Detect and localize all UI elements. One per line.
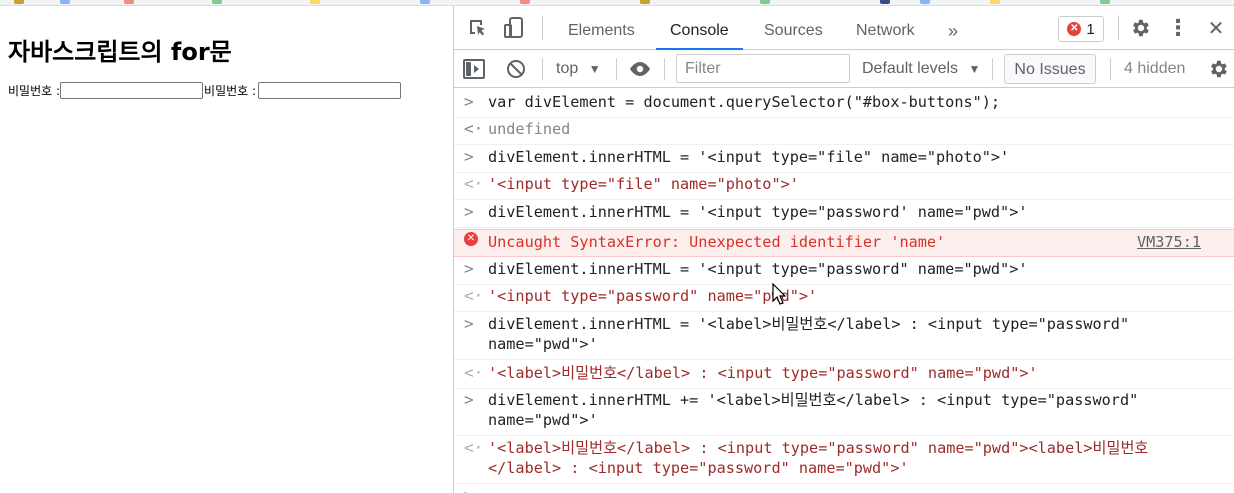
inspect-element-icon[interactable] xyxy=(466,16,490,40)
context-selector[interactable]: top ▼ xyxy=(556,60,601,78)
more-tabs-icon[interactable]: » xyxy=(948,6,958,50)
context-label: top xyxy=(556,60,579,77)
tabbar-separator-2 xyxy=(1118,16,1119,40)
console-output: > var divElement = document.querySelecto… xyxy=(454,88,1234,493)
input-prompt-icon: > xyxy=(464,259,474,278)
input-prompt-icon: > xyxy=(464,202,474,221)
device-toolbar-icon[interactable] xyxy=(502,16,526,40)
password-input-1[interactable] xyxy=(60,82,204,99)
toolbar-separator-4 xyxy=(992,58,993,80)
console-line: <· '<input type="file" name="photo">' xyxy=(454,174,1234,200)
error-count-badge[interactable]: ✕ 1 xyxy=(1058,16,1104,42)
tab-network[interactable]: Network xyxy=(856,6,915,50)
toolbar-separator-3 xyxy=(664,58,665,80)
toolbar-separator-5 xyxy=(1110,58,1111,80)
console-line: > var divElement = document.querySelecto… xyxy=(454,92,1234,118)
settings-gear-icon[interactable] xyxy=(1128,16,1152,40)
console-line-text: '<label>비밀번호</label> : <input type="pass… xyxy=(488,364,1038,382)
input-prompt-icon: > xyxy=(464,314,474,333)
sidebar-toggle-icon[interactable] xyxy=(462,57,486,81)
console-line-text: undefined xyxy=(488,120,571,138)
console-line-text: divElement.innerHTML = '<input type="fil… xyxy=(488,148,1010,166)
console-line: > divElement.innerHTML += '<label>비밀번호</… xyxy=(454,390,1234,436)
page-heading: 자바스크립트의 for문 xyxy=(8,38,232,66)
console-line-text: '<input type="file" name="photo">' xyxy=(488,175,799,193)
clear-console-icon[interactable] xyxy=(504,57,528,81)
console-line: <· '<label>비밀번호</label> : <input type="p… xyxy=(454,438,1234,484)
console-toolbar: top ▼ Filter Default levels ▼ No Issues … xyxy=(454,50,1234,88)
console-line-text: '<label>비밀번호</label> : <input type="pass… xyxy=(488,439,1149,477)
password-label-1: 비밀번호 : xyxy=(8,84,61,98)
error-count: 1 xyxy=(1086,20,1095,38)
console-line-text: var divElement = document.querySelector(… xyxy=(488,93,1001,111)
console-line-text: divElement.innerHTML += '<label>비밀번호</la… xyxy=(488,391,1139,429)
result-prompt-icon: <· xyxy=(464,286,484,305)
console-line: <· '<label>비밀번호</label> : <input type="p… xyxy=(454,363,1234,389)
close-devtools-icon[interactable]: ✕ xyxy=(1204,16,1228,40)
log-levels-dropdown[interactable]: Default levels ▼ xyxy=(862,60,980,78)
console-line: <· undefined xyxy=(454,119,1234,145)
console-error-line: ✕ Uncaught SyntaxError: Unexpected ident… xyxy=(454,229,1234,257)
tab-elements[interactable]: Elements xyxy=(568,6,635,50)
toolbar-separator-2 xyxy=(616,58,617,80)
console-line: > divElement.innerHTML = '<input type="f… xyxy=(454,147,1234,173)
tab-sources[interactable]: Sources xyxy=(764,6,823,50)
error-icon: ✕ xyxy=(464,232,478,246)
console-filter-input[interactable]: Filter xyxy=(676,54,850,83)
result-prompt-icon: <· xyxy=(464,174,484,193)
issues-button[interactable]: No Issues xyxy=(1004,54,1096,84)
devtools-panel: Elements Console Sources Network » ✕ 1 ⋮… xyxy=(454,6,1234,493)
levels-dropdown-icon: ▼ xyxy=(968,62,981,76)
tab-console[interactable]: Console xyxy=(656,6,743,50)
input-prompt-icon: > xyxy=(464,486,474,493)
console-line: <· '<input type="password" name="pwd">' xyxy=(454,286,1234,312)
console-line: > divElement.innerHTML = '<label>비밀번호</l… xyxy=(454,314,1234,360)
result-prompt-icon: <· xyxy=(464,363,484,382)
error-source-link[interactable]: VM375:1 xyxy=(1137,232,1201,252)
console-prompt-line[interactable]: > xyxy=(454,486,1234,493)
console-line-text: divElement.innerHTML = '<label>비밀번호</lab… xyxy=(488,315,1130,353)
context-dropdown-icon: ▼ xyxy=(588,62,601,76)
password-label-2: 비밀번호 : xyxy=(204,84,257,98)
more-options-icon[interactable]: ⋮ xyxy=(1166,16,1190,41)
error-message: Uncaught SyntaxError: Unexpected identif… xyxy=(488,233,946,251)
password-input-2[interactable] xyxy=(258,82,402,99)
input-prompt-icon: > xyxy=(464,92,474,111)
error-x-icon: ✕ xyxy=(1067,22,1082,36)
console-line-text: divElement.innerHTML = '<input type="pas… xyxy=(488,203,1028,221)
rendered-page: 자바스크립트의 for문 비밀번호 : 비밀번호 : xyxy=(0,6,453,493)
box-buttons: 비밀번호 : 비밀번호 : xyxy=(8,82,402,99)
toolbar-separator xyxy=(542,58,543,80)
input-prompt-icon: > xyxy=(464,390,474,409)
console-line-text: divElement.innerHTML = '<input type="pas… xyxy=(488,260,1028,278)
console-settings-gear-icon[interactable] xyxy=(1206,57,1230,81)
console-line-text: '<input type="password" name="pwd">' xyxy=(488,287,818,305)
hidden-count[interactable]: 4 hidden xyxy=(1124,60,1185,78)
console-line: > divElement.innerHTML = '<input type="p… xyxy=(454,259,1234,285)
live-expression-eye-icon[interactable] xyxy=(628,57,652,81)
console-line: > divElement.innerHTML = '<input type="p… xyxy=(454,202,1234,228)
result-prompt-icon: <· xyxy=(464,119,484,138)
result-prompt-icon: <· xyxy=(464,438,484,457)
devtools-tabbar: Elements Console Sources Network » ✕ 1 ⋮… xyxy=(454,6,1234,50)
tabbar-separator xyxy=(542,16,543,40)
input-prompt-icon: > xyxy=(464,147,474,166)
log-levels-label: Default levels xyxy=(862,60,959,77)
mouse-cursor-icon xyxy=(772,283,786,305)
